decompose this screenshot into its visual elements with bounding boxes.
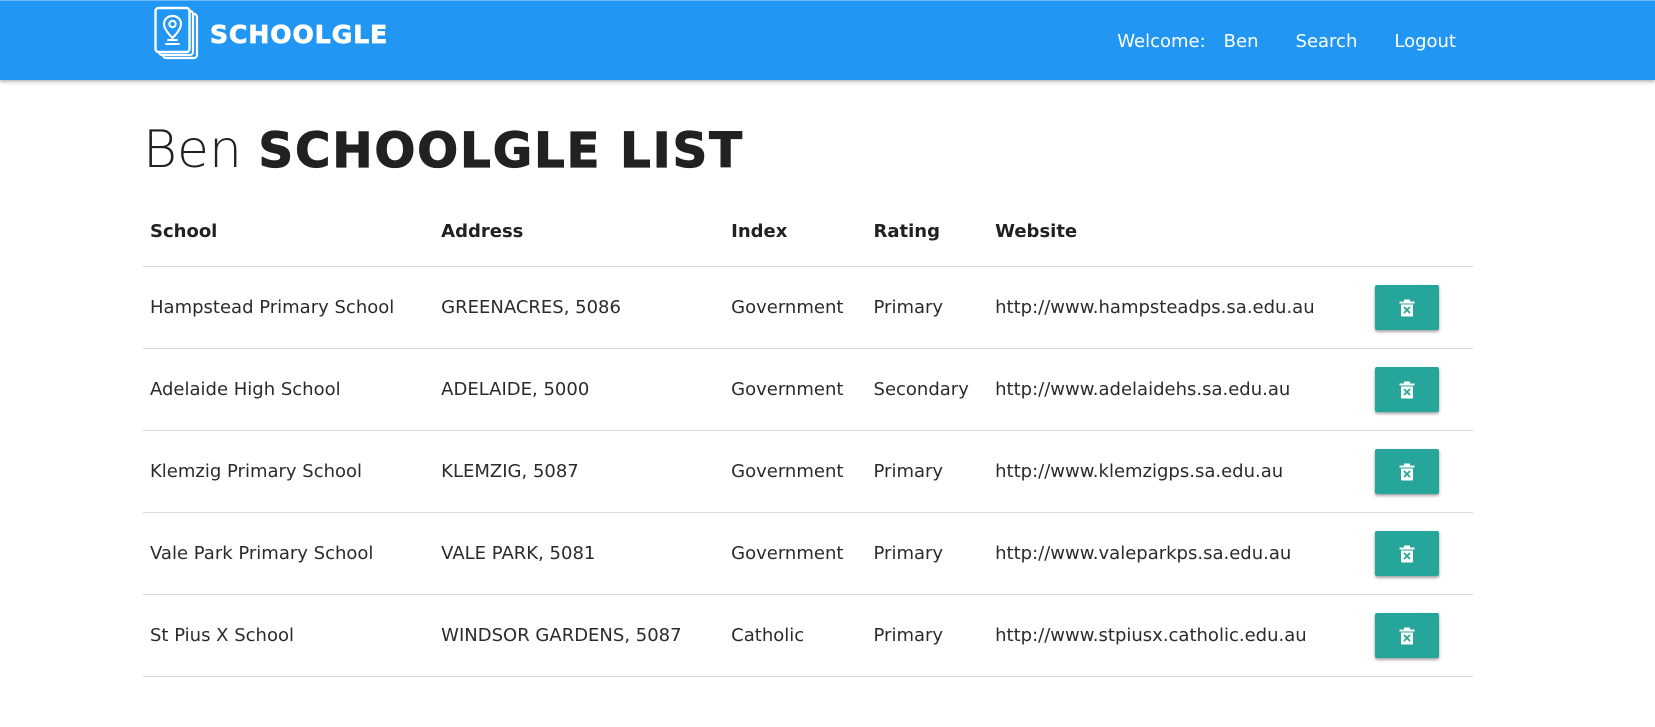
table-row: Klemzig Primary School KLEMZIG, 5087 Gov…	[143, 430, 1473, 513]
page-title: Ben SCHOOLGLE LIST	[143, 118, 744, 183]
cell-index: Government	[724, 348, 867, 431]
cell-school: Vale Park Primary School	[143, 512, 435, 595]
map-pin-icon	[154, 6, 199, 60]
brand-logo-link[interactable]: SCHOOLGLE	[154, 6, 388, 62]
cell-website: http://www.hampsteadps.sa.edu.au	[988, 266, 1369, 349]
title-user-name: Ben	[143, 120, 242, 180]
cell-index: Government	[724, 430, 867, 513]
cell-school: St Pius X School	[143, 594, 435, 677]
header-website: Website	[988, 196, 1369, 267]
cell-school: Hampstead Primary School	[143, 266, 435, 349]
cell-rating: Primary	[866, 430, 989, 513]
header-school: School	[143, 196, 435, 267]
brand-name: SCHOOLGLE	[210, 19, 389, 49]
cell-address: GREENACRES, 5086	[434, 266, 725, 349]
delete-button[interactable]	[1375, 367, 1440, 412]
cell-website: http://www.adelaidehs.sa.edu.au	[988, 348, 1369, 431]
trash-x-icon	[1399, 463, 1415, 480]
top-navbar: SCHOOLGLE Welcome: Ben Search Logout	[0, 0, 1655, 80]
title-list-name: SCHOOLGLE LIST	[258, 122, 744, 179]
cell-actions	[1368, 594, 1473, 677]
cell-address: ADELAIDE, 5000	[434, 348, 725, 431]
delete-button[interactable]	[1375, 613, 1440, 658]
delete-button[interactable]	[1375, 285, 1440, 330]
header-address: Address	[434, 196, 725, 267]
cell-school: Klemzig Primary School	[143, 430, 435, 513]
cell-index: Government	[724, 512, 867, 595]
table-row: St Pius X School WINDSOR GARDENS, 5087 C…	[143, 594, 1473, 677]
table-row: Hampstead Primary School GREENACRES, 508…	[143, 266, 1473, 349]
search-link[interactable]: Search	[1296, 31, 1358, 52]
table-row: Vale Park Primary School VALE PARK, 5081…	[143, 512, 1473, 595]
cell-actions	[1368, 266, 1473, 349]
cell-actions	[1368, 512, 1473, 595]
trash-x-icon	[1399, 381, 1415, 398]
cell-address: KLEMZIG, 5087	[434, 430, 725, 513]
cell-rating: Primary	[866, 512, 989, 595]
cell-rating: Primary	[866, 266, 989, 349]
table-row: Adelaide High School ADELAIDE, 5000 Gove…	[143, 348, 1473, 431]
cell-address: WINDSOR GARDENS, 5087	[434, 594, 725, 677]
cell-actions	[1368, 430, 1473, 513]
header-index: Index	[724, 196, 867, 267]
cell-website: http://www.valeparkps.sa.edu.au	[988, 512, 1369, 595]
cell-address: VALE PARK, 5081	[434, 512, 725, 595]
delete-button[interactable]	[1375, 449, 1440, 494]
trash-x-icon	[1399, 545, 1415, 562]
cell-actions	[1368, 348, 1473, 431]
nav-menu: Welcome: Ben Search Logout	[1117, 1, 1456, 81]
cell-website: http://www.stpiusx.catholic.edu.au	[988, 594, 1369, 677]
cell-school: Adelaide High School	[143, 348, 435, 431]
cell-index: Catholic	[724, 594, 867, 677]
header-actions	[1368, 196, 1473, 267]
cell-index: Government	[724, 266, 867, 349]
school-list-table: School Address Index Rating Website Hamp…	[143, 196, 1473, 677]
cell-rating: Secondary	[866, 348, 989, 431]
header-rating: Rating	[866, 196, 989, 267]
cell-rating: Primary	[866, 594, 989, 677]
delete-button[interactable]	[1375, 531, 1440, 576]
logout-link[interactable]: Logout	[1394, 31, 1456, 52]
cell-website: http://www.klemzigps.sa.edu.au	[988, 430, 1369, 513]
welcome-label: Welcome:	[1117, 30, 1206, 52]
trash-x-icon	[1399, 627, 1415, 644]
table-header-row: School Address Index Rating Website	[143, 196, 1473, 267]
user-name: Ben	[1223, 30, 1259, 52]
trash-x-icon	[1399, 299, 1415, 316]
